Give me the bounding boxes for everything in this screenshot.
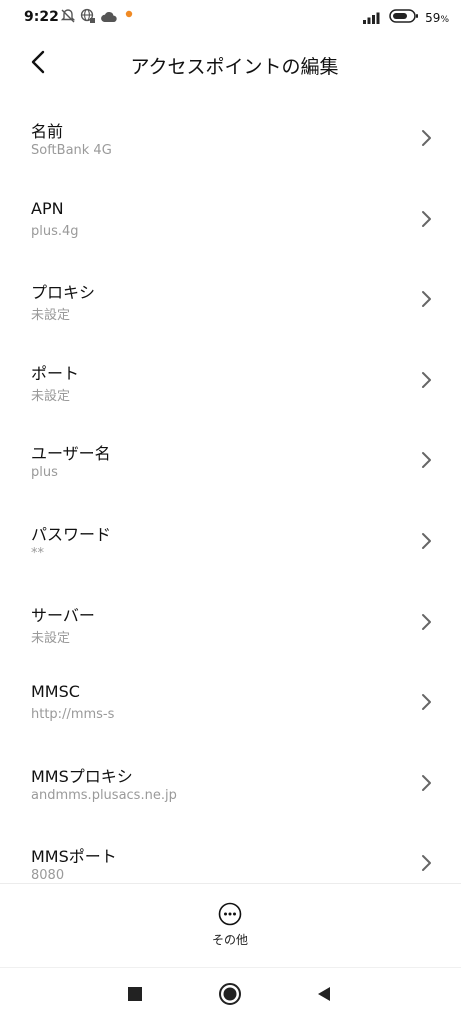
back-triangle-icon [316, 986, 332, 1006]
chevron-right-icon [421, 692, 433, 712]
vpn-globe-icon [80, 8, 96, 28]
setting-label: パスワード [31, 524, 112, 544]
battery-percent: 59% [425, 11, 449, 25]
chevron-right-icon [421, 128, 433, 148]
setting-row[interactable]: プロキシ 未設定 [0, 259, 461, 340]
settings-list: 名前 SoftBank 4G APN plus.4g プロキシ 未設定 ポート 未設定 ユーザー… [0, 98, 461, 883]
system-nav-bar [0, 968, 461, 1024]
cloud-icon [100, 9, 118, 28]
setting-label: ユーザー名 [31, 444, 111, 464]
setting-label: 名前 [31, 122, 64, 141]
setting-label: APN [31, 198, 64, 218]
chevron-right-icon [421, 531, 433, 551]
battery-icon [389, 8, 419, 28]
notification-dot-icon [122, 9, 136, 28]
setting-value: andmms.plusacs.ne.jp [31, 787, 177, 803]
setting-value: 未設定 [31, 388, 71, 404]
chevron-right-icon [421, 612, 433, 632]
setting-value: ** [31, 545, 44, 561]
setting-label: MMSプロキシ [31, 766, 133, 786]
setting-row[interactable]: サーバー 未設定 [0, 582, 461, 663]
setting-label: ポート [31, 363, 80, 383]
setting-value: 8080 [31, 868, 65, 883]
page-title: アクセスポイントの編集 [130, 56, 339, 78]
chevron-right-icon [421, 450, 433, 470]
setting-value: http://mms-s [31, 707, 115, 723]
setting-value: plus [31, 465, 58, 481]
setting-row[interactable]: MMSC http://mms-s [0, 662, 461, 743]
nav-back-button[interactable] [310, 982, 338, 1010]
home-button[interactable] [216, 982, 244, 1010]
more-options-label: その他 [211, 933, 248, 947]
status-icons-right: 59% [363, 8, 449, 28]
setting-label: プロキシ [31, 283, 96, 303]
setting-value: 未設定 [31, 308, 71, 324]
signal-icon [363, 9, 383, 28]
status-icons-left [60, 8, 136, 28]
setting-label: サーバー [31, 605, 95, 625]
chevron-right-icon [421, 853, 433, 873]
chevron-right-icon [421, 209, 433, 229]
bottom-divider [0, 883, 461, 884]
setting-row[interactable]: ユーザー名 plus [0, 420, 461, 501]
status-time: 9:22 [24, 9, 59, 25]
home-circle-icon [218, 982, 242, 1010]
more-options-icon [218, 902, 242, 926]
more-options-button[interactable]: その他 [200, 898, 260, 954]
chevron-right-icon [421, 773, 433, 793]
setting-row[interactable]: ポート 未設定 [0, 340, 461, 421]
setting-label: MMSC [31, 682, 80, 702]
chevron-right-icon [421, 289, 433, 309]
setting-label: MMSポート [31, 847, 117, 867]
setting-value: SoftBank 4G [31, 143, 112, 158]
setting-value: 未設定 [31, 630, 71, 646]
setting-row[interactable]: 名前 SoftBank 4G [0, 98, 461, 179]
app-bar: アクセスポイントの編集 [0, 36, 461, 92]
setting-row[interactable]: パスワード ** [0, 501, 461, 582]
status-bar: 9:22 59% [0, 0, 461, 36]
setting-row[interactable]: MMSポート 8080 [0, 823, 461, 883]
setting-row[interactable]: APN plus.4g [0, 179, 461, 260]
recents-square-icon [127, 986, 143, 1006]
recents-button[interactable] [121, 982, 149, 1010]
mute-icon [60, 8, 76, 28]
setting-value: plus.4g [31, 223, 79, 239]
chevron-right-icon [421, 370, 433, 390]
setting-row[interactable]: MMSプロキシ andmms.plusacs.ne.jp [0, 743, 461, 824]
